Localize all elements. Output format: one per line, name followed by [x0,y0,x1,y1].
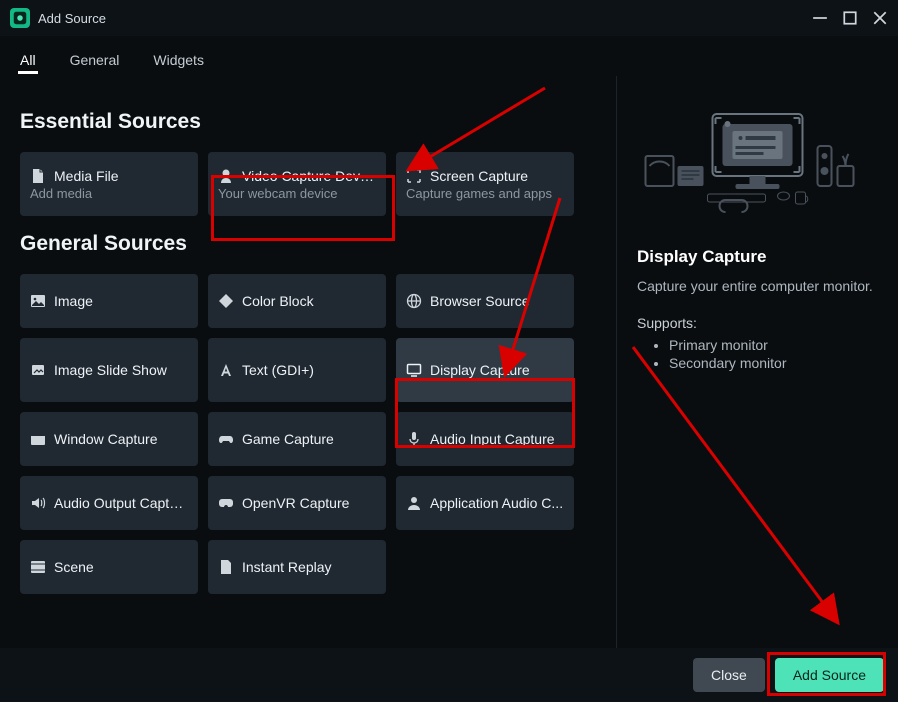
source-text-gdi[interactable]: Text (GDI+) [208,338,386,402]
card-label: Color Block [242,293,314,309]
slideshow-icon [30,362,46,378]
source-openvr-capture[interactable]: OpenVR Capture [208,476,386,530]
card-label: Window Capture [54,431,158,447]
essential-sources-title: Essential Sources [20,110,606,134]
source-audio-output-capture[interactable]: Audio Output Capture [20,476,198,530]
window-icon [30,431,46,447]
card-sub: Add media [30,186,188,201]
source-screen-capture[interactable]: Screen Capture Capture games and apps [396,152,574,216]
add-source-button[interactable]: Add Source [775,658,884,692]
preview-illustration [637,96,878,226]
essential-grid: Media File Add media Video Capture Devic… [20,152,606,216]
source-image[interactable]: Image [20,274,198,328]
file-icon [30,168,46,184]
footer: Close Add Source [0,648,898,702]
card-label: Game Capture [242,431,334,447]
replay-icon [218,559,234,575]
supports-title: Supports: [637,315,878,331]
card-label: Image [54,293,93,309]
source-scene[interactable]: Scene [20,540,198,594]
close-window-button[interactable] [872,10,888,26]
card-label: Scene [54,559,94,575]
source-application-audio-capture[interactable]: Application Audio C... [396,476,574,530]
text-icon [218,362,234,378]
card-label: Audio Output Capture [54,495,188,511]
card-label: Audio Input Capture [430,431,555,447]
card-label: Image Slide Show [54,362,167,378]
source-game-capture[interactable]: Game Capture [208,412,386,466]
speaker-icon [30,495,46,511]
scene-icon [30,559,46,575]
person-icon [406,495,422,511]
preview-description: Capture your entire computer monitor. [637,277,878,297]
card-sub: Capture games and apps [406,186,564,201]
tab-all[interactable]: All [18,46,38,74]
color-icon [218,293,234,309]
card-label: OpenVR Capture [242,495,349,511]
mic-icon [406,431,422,447]
maximize-button[interactable] [842,10,858,26]
list-item: Secondary monitor [669,355,878,371]
source-browser-source[interactable]: Browser Source [396,274,574,328]
card-label: Application Audio C... [430,495,563,511]
source-window-capture[interactable]: Window Capture [20,412,198,466]
app-icon [10,8,30,28]
tab-widgets[interactable]: Widgets [151,46,206,74]
general-sources-title: General Sources [20,232,606,256]
display-icon [406,362,422,378]
card-label: Media File [54,168,119,184]
minimize-button[interactable] [812,10,828,26]
tab-general[interactable]: General [68,46,122,74]
source-image-slide-show[interactable]: Image Slide Show [20,338,198,402]
source-audio-input-capture[interactable]: Audio Input Capture [396,412,574,466]
source-video-capture-device[interactable]: Video Capture Device Your webcam device [208,152,386,216]
card-sub: Your webcam device [218,186,376,201]
vr-icon [218,495,234,511]
tabs: All General Widgets [0,36,898,76]
camera-icon [218,168,234,184]
card-label: Screen Capture [430,168,528,184]
titlebar: Add Source [0,0,898,36]
card-label: Browser Source [430,293,530,309]
sources-panel: Essential Sources Media File Add media V… [0,76,616,648]
card-label: Display Capture [430,362,530,378]
general-grid: Image Color Block Browser Source Image [20,274,606,594]
card-label: Video Capture Device [242,168,376,184]
source-instant-replay[interactable]: Instant Replay [208,540,386,594]
preview-title: Display Capture [637,247,878,267]
source-display-capture[interactable]: Display Capture [396,338,574,402]
supports-list: Primary monitor Secondary monitor [637,337,878,371]
crop-icon [406,168,422,184]
list-item: Primary monitor [669,337,878,353]
globe-icon [406,293,422,309]
game-icon [218,431,234,447]
card-label: Text (GDI+) [242,362,314,378]
preview-panel: Display Capture Capture your entire comp… [616,76,898,648]
image-icon [30,293,46,309]
source-color-block[interactable]: Color Block [208,274,386,328]
source-media-file[interactable]: Media File Add media [20,152,198,216]
window-title: Add Source [38,11,106,26]
card-label: Instant Replay [242,559,332,575]
close-button[interactable]: Close [693,658,765,692]
